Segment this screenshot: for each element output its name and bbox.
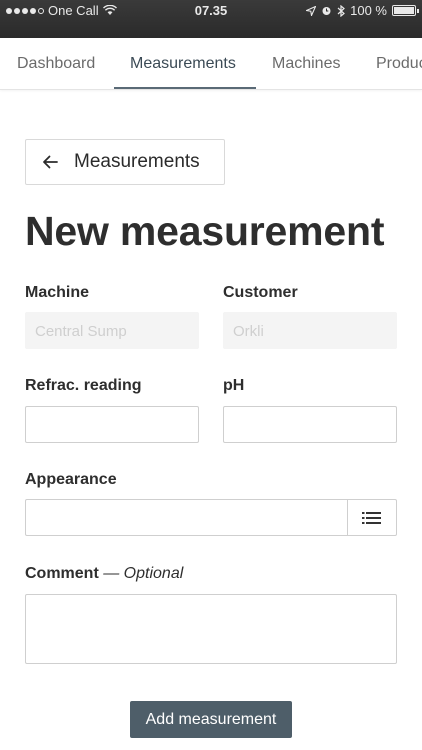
- arrow-left-icon: [43, 155, 58, 169]
- status-right: 100 %: [306, 3, 419, 18]
- alarm-icon: [322, 7, 331, 15]
- bluetooth-icon: [337, 4, 346, 17]
- add-measurement-button[interactable]: Add measurement: [130, 701, 292, 738]
- comment-label: Comment — Optional: [25, 565, 183, 583]
- location-icon: [306, 5, 317, 16]
- appearance-label: Appearance: [25, 471, 117, 488]
- ph-label: pH: [223, 377, 245, 394]
- comment-label-text: Comment: [25, 565, 99, 582]
- battery-percentage: 100 %: [350, 3, 387, 18]
- comment-optional-hint: — Optional: [103, 565, 184, 582]
- refrac-reading-input[interactable]: [25, 406, 199, 443]
- back-button-label: Measurements: [74, 151, 200, 172]
- tab-dashboard[interactable]: Dashboard: [1, 38, 111, 89]
- appearance-options-button[interactable]: [347, 499, 397, 536]
- tab-measurements[interactable]: Measurements: [114, 38, 256, 89]
- list-icon: [362, 511, 381, 524]
- back-to-measurements-button[interactable]: Measurements: [25, 139, 225, 185]
- machine-label: Machine: [25, 284, 90, 301]
- battery-icon: [392, 5, 419, 16]
- refrac-reading-label: Refrac. reading: [25, 377, 142, 394]
- comment-textarea[interactable]: [25, 594, 397, 664]
- tab-products[interactable]: Produc: [360, 38, 422, 89]
- battery-fill: [394, 7, 414, 14]
- machine-field: Central Sump: [25, 312, 199, 349]
- customer-label: Customer: [223, 284, 298, 301]
- appearance-input[interactable]: [25, 499, 348, 536]
- page-title: New measurement: [25, 208, 385, 254]
- ph-input[interactable]: [223, 406, 397, 443]
- tab-bar: Dashboard Measurements Machines Produc: [0, 38, 422, 90]
- customer-field: Orkli: [223, 312, 397, 349]
- tab-machines[interactable]: Machines: [256, 38, 356, 89]
- status-bar: One Call 07.35 100 %: [0, 0, 422, 38]
